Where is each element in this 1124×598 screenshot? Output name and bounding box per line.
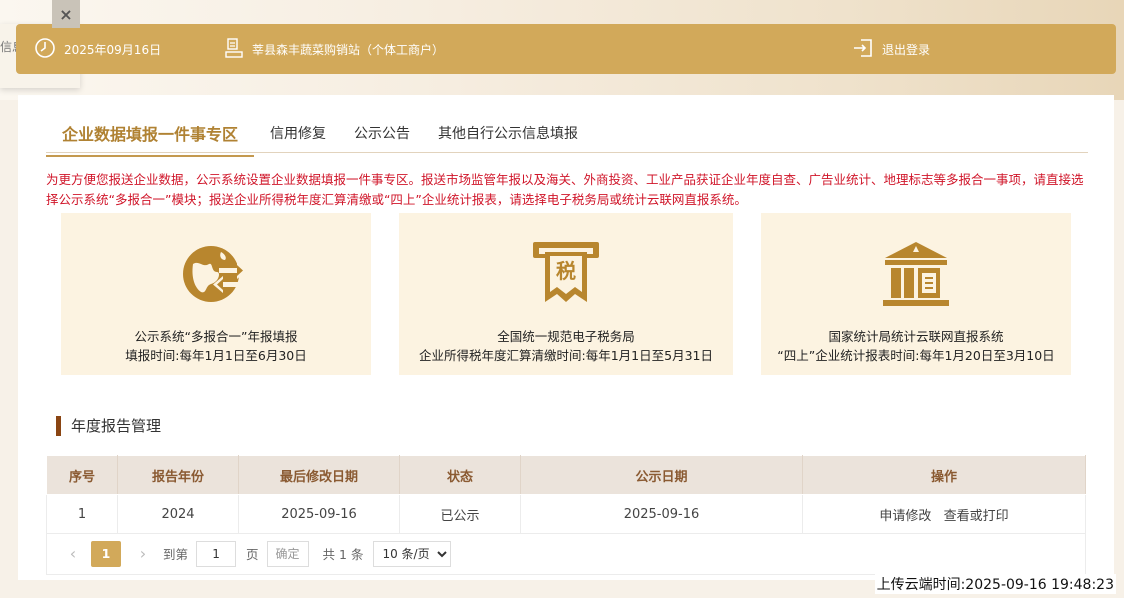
logout-label: 退出登录 [882,43,931,57]
cell-index: 1 [46,494,118,534]
table-header-row: 序号 报告年份 最后修改日期 状态 公示日期 操作 [46,455,1086,495]
tab-other-self-disclosure[interactable]: 其他自行公示信息填报 [438,115,578,153]
card-group: 公示系统“多报合一”年报填报 填报时间:每年1月1日至6月30日 税 全国统一规… [18,213,1114,375]
card-e-tax-bureau[interactable]: 税 全国统一规范电子税务局 企业所得税年度汇算清缴时间:每年1月1日至5月31日 [399,213,733,375]
main-panel: 企业数据填报一件事专区 信用修复 公示公告 其他自行公示信息填报 为更方便您报送… [18,95,1114,580]
col-header-year: 报告年份 [117,455,239,495]
annual-report-section-title: 年度报告管理 [56,415,161,436]
goto-confirm-button[interactable]: 确定 [266,540,309,567]
tab-bar: 企业数据填报一件事专区 信用修复 公示公告 其他自行公示信息填报 [46,115,1088,157]
card-title: 国家统计局统计云联网直报系统 [828,329,1004,344]
company-icon [224,37,244,62]
card-subtitle: “四上”企业统计报表时间:每年1月20日至3月10日 [777,348,1055,363]
company-name: 莘县森丰蔬菜购销站（个体工商户） [252,43,445,57]
goto-page-input[interactable] [196,540,237,567]
card-subtitle: 填报时间:每年1月1日至6月30日 [125,348,307,363]
cell-published: 2025-09-16 [520,494,803,534]
table-row: 1 2024 2025-09-16 已公示 2025-09-16 申请修改 查看… [46,494,1086,534]
annual-report-table: 序号 报告年份 最后修改日期 状态 公示日期 操作 1 2024 2025-09… [46,455,1086,534]
goto-label: 到第 [163,547,189,562]
tax-ticket-icon: 税 [531,239,601,309]
col-header-published: 公示日期 [520,455,803,495]
section-marker [56,415,61,436]
prev-page-icon[interactable]: ‹ [63,544,83,563]
card-subtitle: 企业所得税年度汇算清缴时间:每年1月1日至5月31日 [419,348,713,363]
tax-glyph: 税 [556,259,576,283]
close-button[interactable]: × [52,0,80,28]
col-header-index: 序号 [46,455,118,495]
header-date-text: 2025年09月16日 [64,43,162,57]
tab-public-announcements[interactable]: 公示公告 [354,115,410,153]
header-bar: 2025年09月16日 莘县森丰蔬菜购销站（个体工商户） 退出登录 [16,24,1116,74]
header-company: 莘县森丰蔬菜购销站（个体工商户） [224,37,444,62]
card-title: 全国统一规范电子税务局 [497,329,635,344]
page-size-select[interactable]: 10 条/页 [373,540,452,567]
card-title: 公示系统“多报合一”年报填报 [134,329,298,344]
cell-year: 2024 [117,494,239,534]
card-statistics-system[interactable]: 国家统计局统计云联网直报系统 “四上”企业统计报表时间:每年1月20日至3月10… [761,213,1071,375]
col-header-modified: 最后修改日期 [238,455,400,495]
section-title-text: 年度报告管理 [71,417,162,435]
cell-modified: 2025-09-16 [238,494,400,534]
header-date: 2025年09月16日 [34,37,161,62]
pagination: ‹ 1 › 到第 页 确定 共 1 条 10 条/页 [46,533,1086,575]
page-number-current[interactable]: 1 [91,540,121,567]
col-header-status: 状态 [399,455,521,495]
total-count: 共 1 条 [322,547,364,562]
cell-status: 已公示 [399,494,521,534]
notice-text: 为更方便您报送企业数据，公示系统设置企业数据填报一件事专区。报送市场监管年报以及… [46,172,1084,207]
request-modify-link[interactable]: 申请修改 [879,509,931,524]
card-multi-report[interactable]: 公示系统“多报合一”年报填报 填报时间:每年1月1日至6月30日 [61,213,371,375]
cell-actions: 申请修改 查看或打印 [802,494,1086,534]
tab-credit-repair[interactable]: 信用修复 [270,115,326,153]
government-building-icon [881,239,951,309]
clock-icon [34,37,56,62]
globe-exchange-icon [181,239,251,309]
upload-timestamp: 上传云端时间:2025-09-16 19:48:23 [874,574,1116,594]
view-print-link[interactable]: 查看或打印 [944,509,1009,524]
next-page-icon[interactable]: › [133,544,153,563]
col-header-actions: 操作 [802,455,1086,495]
logout-button[interactable]: 退出登录 [852,37,930,62]
tab-data-filing-zone[interactable]: 企业数据填报一件事专区 [46,115,255,157]
logout-icon [852,37,874,62]
page-unit-label: 页 [246,547,259,562]
